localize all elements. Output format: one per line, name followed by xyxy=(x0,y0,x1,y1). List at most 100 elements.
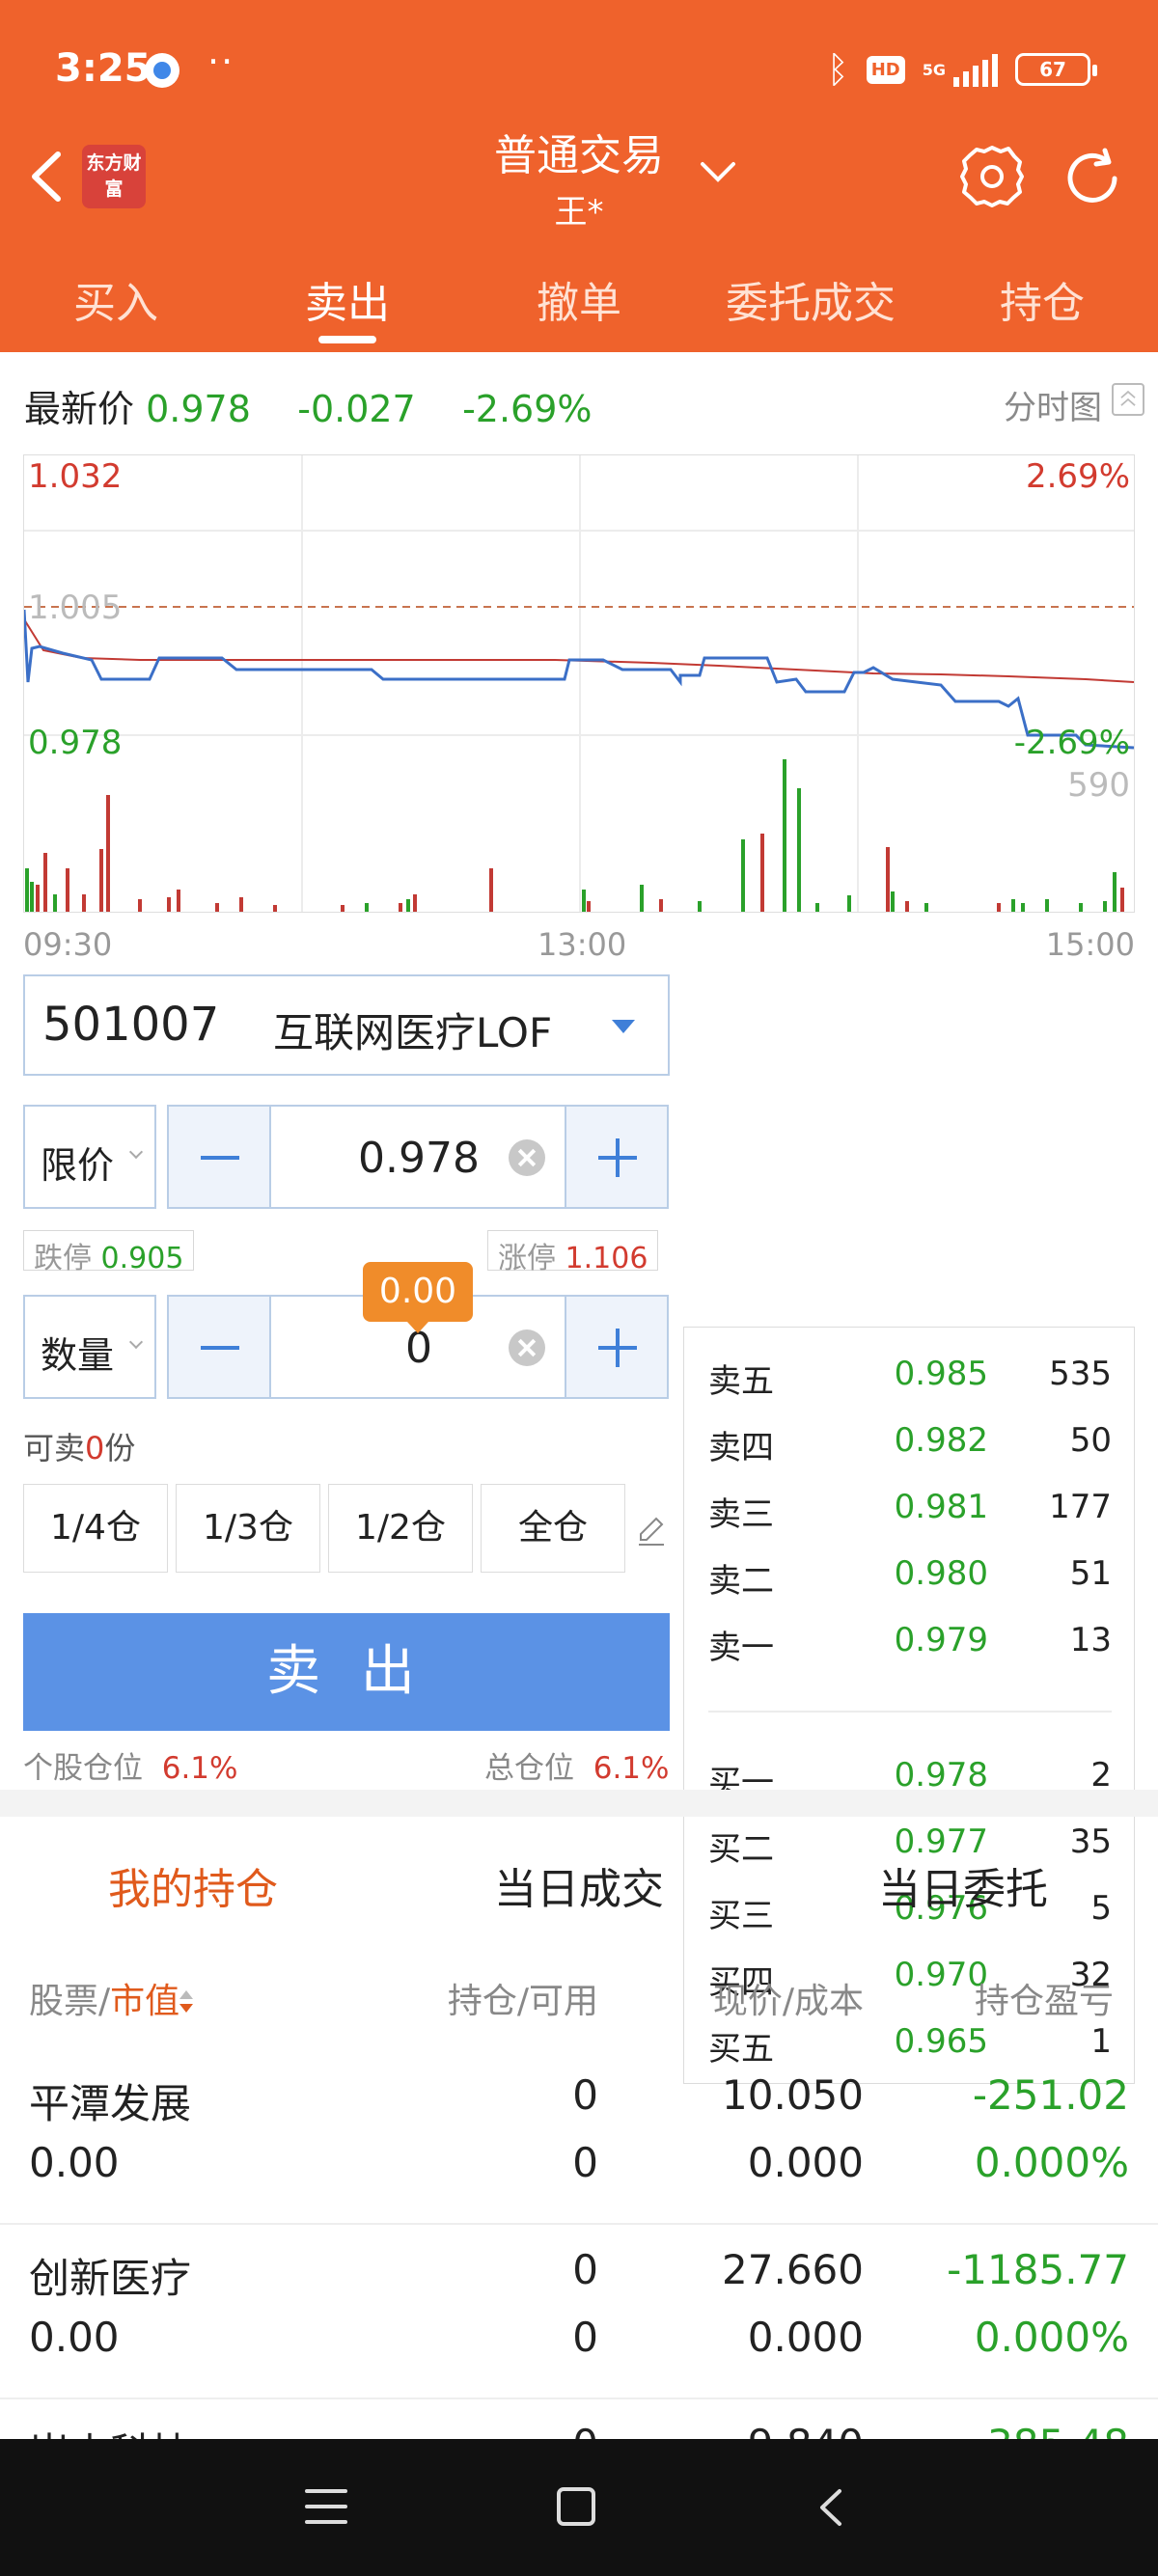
price-increase-button[interactable] xyxy=(565,1107,667,1207)
dropdown-caret-icon xyxy=(612,1020,635,1033)
ask-label: 卖三 xyxy=(708,1495,774,1534)
qty-decrease-button[interactable] xyxy=(169,1297,271,1397)
holding-row[interactable]: 平潭发展 0 10.050 -251.02 0.00 0 0.000 0.000% xyxy=(0,2050,1158,2225)
qty-increase-button[interactable] xyxy=(565,1297,667,1397)
chart-y-bottom: 0.978 xyxy=(28,724,123,762)
order-book-ask-row[interactable]: 卖三 0.981 177 xyxy=(708,1472,1112,1539)
ask-price: 0.981 xyxy=(894,1488,988,1526)
position-button[interactable]: 1/3仓 xyxy=(176,1484,320,1573)
position-button[interactable]: 1/2仓 xyxy=(328,1484,473,1573)
stock-ratio-label: 个股仓位 xyxy=(23,1751,143,1786)
holding-name: 创新医疗 xyxy=(29,2255,192,2302)
section-gap xyxy=(0,1790,1158,1817)
order-book-ask-row[interactable]: 卖四 0.982 50 xyxy=(708,1406,1112,1472)
gear-icon[interactable] xyxy=(958,143,1026,210)
holding-price: 10.050 xyxy=(722,2071,864,2119)
limit-down-tag[interactable]: 跌停 0.905 xyxy=(23,1230,195,1275)
menu-icon[interactable] xyxy=(305,2489,347,2526)
holding-avail-qty: 0 xyxy=(572,2314,598,2361)
total-position-ratio: 总仓位 6.1% xyxy=(484,1743,669,1787)
holding-pnl-pct: 0.000% xyxy=(974,2314,1129,2361)
tab-today-orders[interactable]: 当日委托 xyxy=(878,1854,1048,1916)
trade-tabs: 买入 卖出 撤单 委托成交 持仓 xyxy=(0,260,1158,352)
battery-icon: 67 xyxy=(1015,53,1097,86)
system-nav-bar xyxy=(0,2439,1158,2576)
bid-volume: 35 xyxy=(1069,1822,1112,1861)
chart-type-toggle[interactable]: 分时图 xyxy=(1004,381,1102,428)
status-time: 3:25 xyxy=(55,46,152,91)
position-button[interactable]: 全仓 xyxy=(481,1484,625,1573)
holding-row[interactable]: 创新医疗 0 27.660 -1185.77 0.00 0 0.000 0.000% xyxy=(0,2225,1158,2399)
bid-price: 0.978 xyxy=(894,1756,988,1795)
main-content: 最新价 0.978 -0.027 -2.69% 分时图 1.032 1.005 … xyxy=(0,352,1158,2477)
ask-price: 0.979 xyxy=(894,1621,988,1659)
bid-volume: 2 xyxy=(1090,1756,1112,1795)
tab-my-holdings[interactable]: 我的持仓 xyxy=(108,1854,278,1916)
chart-pct-top: 2.69% xyxy=(1025,457,1130,496)
price-decrease-button[interactable] xyxy=(169,1107,271,1207)
chart-y-mid: 1.005 xyxy=(28,589,123,627)
refresh-icon[interactable] xyxy=(1057,143,1128,214)
tab-today-trades[interactable]: 当日成交 xyxy=(494,1854,664,1916)
price-type-label: 限价 xyxy=(41,1144,115,1187)
limit-down-label: 跌停 xyxy=(34,1242,92,1275)
chart-pct-bottom: -2.69% xyxy=(1013,724,1130,762)
volume-bars xyxy=(25,759,1124,912)
collapse-icon[interactable] xyxy=(1112,383,1144,416)
holding-pnl: -1185.77 xyxy=(947,2246,1129,2293)
tab-orders[interactable]: 委托成交 xyxy=(726,268,896,330)
ask-volume: 50 xyxy=(1069,1421,1112,1460)
chart-time-end: 15:00 xyxy=(1045,926,1135,963)
price-stepper: 0.978 xyxy=(167,1105,669,1209)
stock-position-ratio: 个股仓位 6.1% xyxy=(23,1743,237,1787)
holding-avail-qty: 0 xyxy=(572,2139,598,2186)
order-book-ask-row[interactable]: 卖二 0.980 51 xyxy=(708,1539,1112,1605)
tab-buy[interactable]: 买入 xyxy=(73,268,158,330)
chart-time-mid: 13:00 xyxy=(538,926,627,963)
edit-icon[interactable] xyxy=(635,1515,668,1548)
quote-label: 最新价 xyxy=(24,388,135,430)
active-tab-indicator xyxy=(318,336,376,343)
limit-up-value: 1.106 xyxy=(565,1242,648,1275)
holding-market-value: 0.00 xyxy=(29,2314,120,2361)
intraday-chart[interactable]: 1.032 1.005 0.978 2.69% -2.69% 590 xyxy=(23,454,1135,913)
ask-volume: 51 xyxy=(1069,1554,1112,1593)
clear-price-icon[interactable] xyxy=(509,1139,545,1176)
back-icon[interactable] xyxy=(813,2485,851,2530)
holding-hold-qty: 0 xyxy=(572,2071,598,2119)
quote-change-pct: -2.69% xyxy=(462,388,593,430)
ask-volume: 177 xyxy=(1049,1488,1112,1526)
quote-row: 最新价 0.978 -0.027 -2.69% xyxy=(24,379,593,432)
header-pnl: 持仓盈亏 xyxy=(975,1982,1115,2021)
chevron-down-icon xyxy=(128,1144,144,1160)
order-book-divider xyxy=(708,1711,1112,1713)
ask-label: 卖四 xyxy=(708,1429,774,1467)
ask-label: 卖二 xyxy=(708,1562,774,1601)
stock-ratio-value: 6.1% xyxy=(161,1751,238,1786)
limit-up-tag[interactable]: 涨停 1.106 xyxy=(487,1230,659,1275)
chevron-down-icon xyxy=(128,1334,144,1350)
ask-volume: 13 xyxy=(1069,1621,1112,1659)
ask-label: 卖一 xyxy=(708,1629,774,1667)
home-icon[interactable] xyxy=(557,2487,595,2526)
total-ratio-label: 总仓位 xyxy=(484,1751,574,1786)
clear-qty-icon[interactable] xyxy=(509,1329,545,1366)
price-type-select[interactable]: 限价 xyxy=(23,1105,156,1209)
header-stock-mv[interactable]: 股票/市值 xyxy=(29,1973,194,2023)
tab-positions[interactable]: 持仓 xyxy=(1000,268,1085,330)
sell-button[interactable]: 卖 出 xyxy=(23,1613,670,1731)
available-prefix: 可卖 xyxy=(23,1430,86,1466)
stock-selector[interactable]: 501007 互联网医疗LOF xyxy=(23,974,670,1076)
ask-price: 0.980 xyxy=(894,1554,988,1593)
holding-market-value: 0.00 xyxy=(29,2139,120,2186)
sort-icon xyxy=(179,1990,194,2015)
holding-pnl: -251.02 xyxy=(972,2071,1129,2119)
order-book-ask-row[interactable]: 卖五 0.985 535 xyxy=(708,1339,1112,1406)
qty-type-select[interactable]: 数量 xyxy=(23,1295,156,1399)
order-book-ask-row[interactable]: 卖一 0.979 13 xyxy=(708,1605,1112,1672)
tab-cancel[interactable]: 撤单 xyxy=(537,268,621,330)
position-button[interactable]: 1/4仓 xyxy=(23,1484,168,1573)
chevron-down-icon[interactable] xyxy=(697,154,739,189)
tab-sell[interactable]: 卖出 xyxy=(305,268,390,330)
intraday-chart-svg xyxy=(24,455,1134,912)
